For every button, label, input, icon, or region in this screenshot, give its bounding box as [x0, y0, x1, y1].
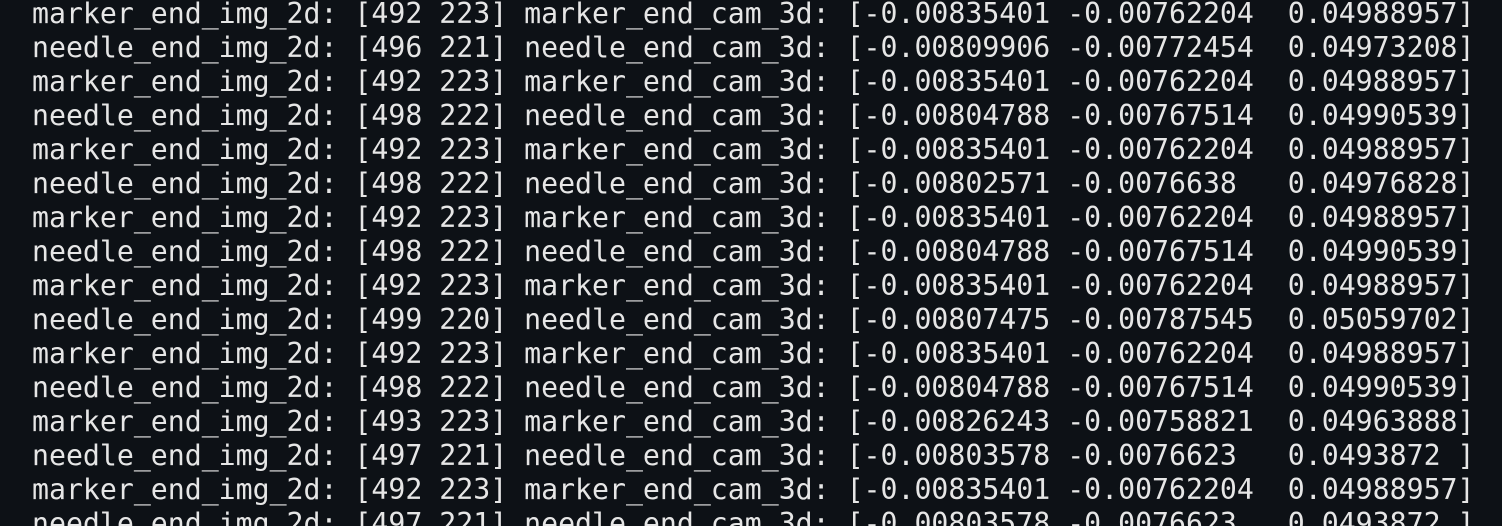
- output-line: needle_end_img_2d: [497 221] needle_end_…: [32, 439, 1475, 472]
- output-line: marker_end_img_2d: [493 223] marker_end_…: [32, 405, 1475, 438]
- output-line: marker_end_img_2d: [492 223] marker_end_…: [32, 473, 1475, 506]
- output-line: needle_end_img_2d: [498 222] needle_end_…: [32, 371, 1475, 404]
- output-line: marker_end_img_2d: [492 223] marker_end_…: [32, 0, 1475, 30]
- output-line: marker_end_img_2d: [492 223] marker_end_…: [32, 269, 1475, 302]
- output-line: needle_end_img_2d: [498 222] needle_end_…: [32, 99, 1475, 132]
- terminal-output: marker_end_img_2d: [492 223] marker_end_…: [32, 0, 1474, 526]
- output-line: needle_end_img_2d: [496 221] needle_end_…: [32, 31, 1475, 64]
- output-line: needle_end_img_2d: [498 222] needle_end_…: [32, 167, 1475, 200]
- output-line: needle_end_img_2d: [499 220] needle_end_…: [32, 303, 1475, 336]
- output-line: marker_end_img_2d: [492 223] marker_end_…: [32, 133, 1475, 166]
- output-line: marker_end_img_2d: [492 223] marker_end_…: [32, 201, 1475, 234]
- terminal-window[interactable]: marker_end_img_2d: [492 223] marker_end_…: [0, 0, 1502, 526]
- output-line: marker_end_img_2d: [492 223] marker_end_…: [32, 65, 1475, 98]
- output-line: needle_end_img_2d: [498 222] needle_end_…: [32, 235, 1475, 268]
- output-line: needle_end_img_2d: [497 221] needle_end_…: [32, 507, 1475, 526]
- output-line: marker_end_img_2d: [492 223] marker_end_…: [32, 337, 1475, 370]
